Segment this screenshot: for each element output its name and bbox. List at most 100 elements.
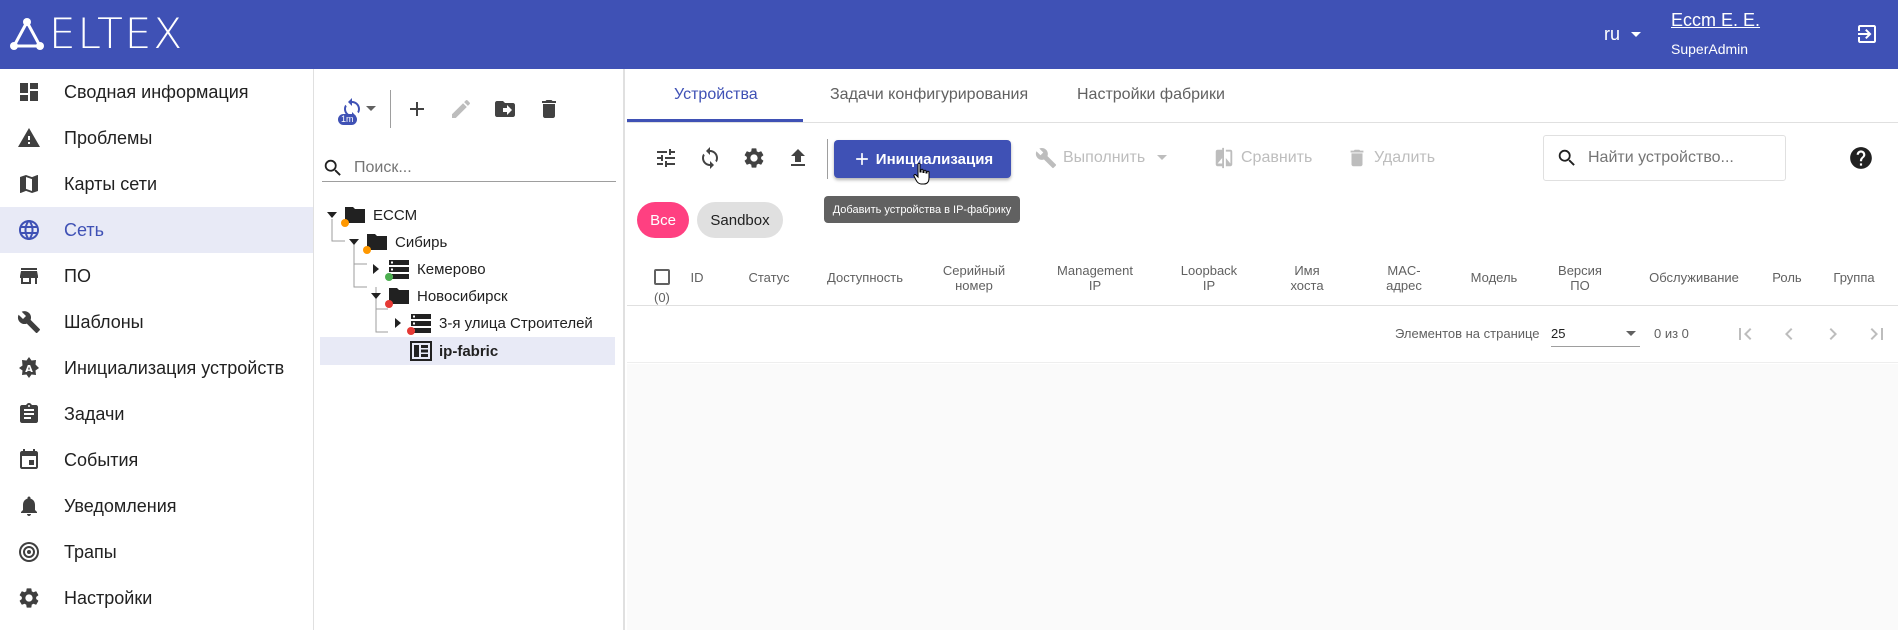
delete-button-label: Удалить [1374,149,1436,166]
user-role: SuperAdmin [1671,41,1749,57]
tree-node-builders-street[interactable]: 3-я улица Строителей [391,310,593,336]
prev-page-button[interactable] [1775,320,1803,348]
help-icon [1850,147,1872,169]
active-tab-indicator [627,119,803,122]
sidebar-item-software[interactable]: ПО [0,253,313,299]
column-header-mac[interactable]: MAC-адрес [1364,263,1444,293]
sidebar-item-device-init[interactable]: A Инициализация устройств [0,345,313,391]
tab-fabric-settings[interactable]: Настройки фабрики [1077,86,1225,104]
sidebar-item-maps[interactable]: Карты сети [0,161,313,207]
logout-button[interactable] [1855,22,1879,51]
collapse-arrow-icon[interactable] [369,289,383,303]
upload-button[interactable] [783,143,813,173]
tools-icon [1035,148,1057,169]
sidebar-nav: Сводная информация Проблемы Карты сети С… [0,69,314,630]
tab-devices[interactable]: Устройства [674,86,758,104]
auto-refresh-button[interactable]: 1m [330,89,386,129]
upload-icon [791,149,805,166]
sidebar-item-events[interactable]: События [0,437,313,483]
column-header-hostname[interactable]: Имя хоста [1267,263,1347,293]
collapse-arrow-icon[interactable] [325,208,339,222]
column-header-maintenance[interactable]: Обслуживание [1629,270,1759,285]
sidebar-item-summary[interactable]: Сводная информация [0,69,313,115]
tree-node-eccm[interactable]: ECCM [325,202,417,228]
tree-search-input[interactable] [354,158,594,177]
column-header-mgmt-ip[interactable]: Management IP [1040,263,1150,293]
folder-icon [385,285,411,308]
select-all-checkbox[interactable] [654,269,670,285]
sidebar-item-label: События [64,449,139,470]
tree-node-siberia[interactable]: Сибирь [347,229,447,255]
server-rack-icon [385,258,411,281]
eltex-logo[interactable]: ELTEX [9,13,184,55]
tree-node-label: ECCM [373,206,418,224]
column-header-loopback-ip[interactable]: Loopback IP [1164,263,1254,293]
chevron-left-icon [1785,328,1793,340]
folder-move-icon [495,101,515,117]
first-page-button[interactable] [1731,320,1759,348]
sidebar-item-tasks[interactable]: Задачи [0,391,313,437]
delete-node-button[interactable] [527,89,571,129]
column-header-role[interactable]: Роль [1757,270,1817,285]
column-header-id[interactable]: ID [682,270,712,285]
move-node-button[interactable] [483,89,527,129]
settings-button[interactable] [739,143,769,173]
main-content: Устройства Задачи конфигурирования Настр… [627,69,1898,630]
sidebar-item-network[interactable]: Сеть [0,207,313,253]
sidebar-item-notifications[interactable]: Уведомления [0,483,313,529]
delete-button[interactable]: Удалить [1346,143,1435,173]
map-icon [20,175,38,193]
toolbar-divider [390,90,391,128]
sidebar-item-label: Карты сети [64,173,158,194]
page-size-value: 25 [1551,326,1566,341]
user-info[interactable]: Eccm E. E. SuperAdmin [1671,10,1760,57]
column-header-model[interactable]: Модель [1454,270,1534,285]
sidebar-item-label: Сводная информация [64,81,249,102]
tree-node-novosibirsk[interactable]: Новосибирск [369,283,508,309]
sidebar-item-label: Шаблоны [64,311,144,332]
filter-chip-all[interactable]: Все [637,202,689,238]
device-count: (0) [654,290,670,305]
filter-chip-sandbox[interactable]: Sandbox [697,202,783,238]
page-size-label: Элементов на странице [1395,326,1540,341]
sidebar-item-traps[interactable]: Трапы [0,529,313,575]
language-selector[interactable]: ru [1604,24,1642,45]
compare-button[interactable]: Сравнить [1213,143,1312,173]
gear-icon [19,588,39,608]
dashboard-icon [20,83,38,101]
expand-arrow-icon[interactable] [369,262,383,276]
column-header-serial[interactable]: Серийный номер [919,263,1029,293]
folder-icon [363,231,389,254]
column-header-availability[interactable]: Доступность [815,270,915,285]
tree-search [322,154,616,182]
execute-button[interactable]: Выполнить [1035,143,1173,173]
column-header-status[interactable]: Статус [739,270,799,285]
device-search-input[interactable] [1588,149,1778,167]
last-page-button[interactable] [1863,320,1891,348]
page-size-select[interactable]: 25 [1551,319,1640,347]
trash-icon [1350,149,1364,167]
sidebar-item-settings[interactable]: Настройки [0,575,313,621]
refresh-list-button[interactable] [695,143,725,173]
tree-node-kemerovo[interactable]: Кемерово [369,256,486,282]
columns-settings-button[interactable] [651,143,681,173]
paginator: Элементов на странице 25 0 из 0 [627,306,1898,363]
server-rack-icon [407,312,433,335]
user-name-link[interactable]: Eccm E. E. [1671,10,1760,31]
sidebar-item-label: Уведомления [64,495,177,516]
sidebar-item-templates[interactable]: Шаблоны [0,299,313,345]
column-header-sw-version[interactable]: Версия ПО [1540,263,1620,293]
tree-node-label: Кемерово [417,260,486,278]
next-page-button[interactable] [1819,320,1847,348]
column-header-group[interactable]: Группа [1819,270,1889,285]
help-button[interactable] [1848,145,1874,176]
add-node-button[interactable] [395,89,439,129]
mouse-pointer-icon [912,162,932,191]
expand-arrow-icon[interactable] [391,316,405,330]
tab-config-tasks[interactable]: Задачи конфигурирования [830,86,1028,104]
last-page-icon [1870,328,1883,340]
sidebar-item-problems[interactable]: Проблемы [0,115,313,161]
collapse-arrow-icon[interactable] [347,235,361,249]
edit-node-button[interactable] [439,89,483,129]
tree-node-ip-fabric[interactable]: ip-fabric [405,338,498,364]
